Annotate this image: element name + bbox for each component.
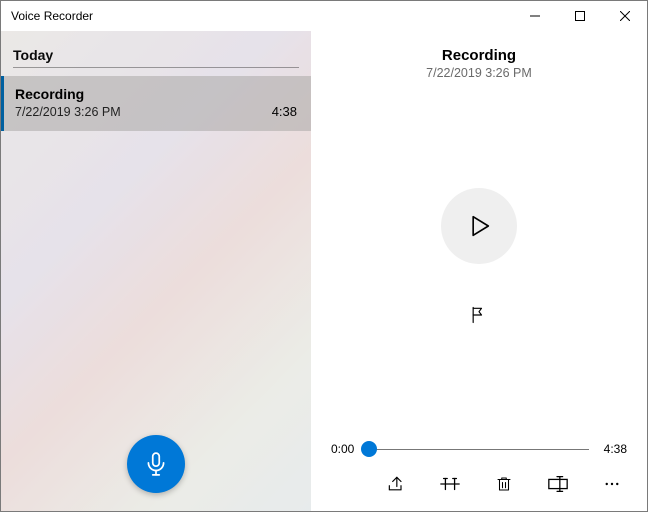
app-body: Today Recording 7/22/2019 3:26 PM 4:38: [1, 31, 647, 511]
track-line: [369, 449, 589, 450]
more-icon: [603, 475, 621, 493]
share-icon: [386, 474, 406, 494]
window-title: Voice Recorder: [1, 1, 512, 31]
share-button[interactable]: [383, 471, 409, 497]
voice-recorder-window: Voice Recorder Today Recording 7/22/2019…: [0, 0, 648, 512]
play-icon: [465, 212, 493, 240]
trash-icon: [495, 474, 513, 494]
current-time-label: 0:00: [331, 442, 361, 456]
rename-icon: [547, 475, 569, 493]
record-button[interactable]: [127, 435, 185, 493]
scrub-row: 0:00 4:38: [311, 439, 647, 463]
maximize-button[interactable]: [557, 1, 602, 31]
list-item-subtitle: 7/22/2019 3:26 PM: [15, 105, 121, 119]
list-item-title: Recording: [15, 86, 297, 102]
detail-header: Recording 7/22/2019 3:26 PM: [311, 31, 647, 86]
rename-button[interactable]: [545, 471, 571, 497]
trim-icon: [439, 474, 461, 494]
recording-list-item[interactable]: Recording 7/22/2019 3:26 PM 4:38: [1, 76, 311, 131]
detail-subtitle: 7/22/2019 3:26 PM: [311, 66, 647, 80]
playback-area: [311, 86, 647, 431]
microphone-icon: [143, 451, 169, 477]
list-item-duration: 4:38: [272, 104, 297, 119]
close-button[interactable]: [602, 1, 647, 31]
titlebar: Voice Recorder: [1, 1, 647, 31]
more-button[interactable]: [599, 471, 625, 497]
play-button[interactable]: [441, 188, 517, 264]
group-header-today: Today: [13, 47, 299, 68]
trim-button[interactable]: [437, 471, 463, 497]
delete-button[interactable]: [491, 471, 517, 497]
window-controls: [512, 1, 647, 31]
total-time-label: 4:38: [597, 442, 627, 456]
add-marker-button[interactable]: [464, 300, 494, 330]
scrub-thumb[interactable]: [361, 441, 377, 457]
flag-icon: [469, 305, 489, 325]
bottom-toolbar: [311, 463, 647, 511]
recordings-sidebar: Today Recording 7/22/2019 3:26 PM 4:38: [1, 31, 311, 511]
recordings-list: Recording 7/22/2019 3:26 PM 4:38: [1, 70, 311, 131]
detail-panel: Recording 7/22/2019 3:26 PM: [311, 31, 647, 511]
scrub-track[interactable]: [369, 439, 589, 459]
minimize-button[interactable]: [512, 1, 557, 31]
detail-title: Recording: [311, 47, 647, 64]
